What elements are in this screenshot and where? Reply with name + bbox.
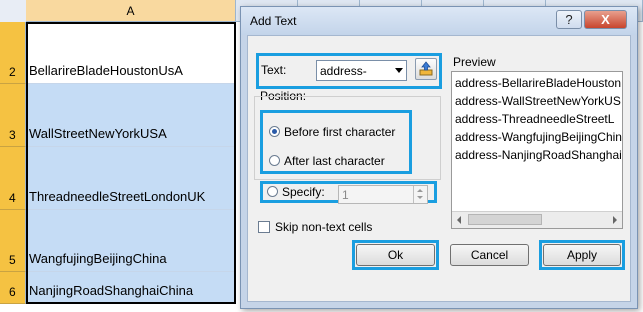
cell-text: BellarireBladeHoustonUsA [29,63,183,78]
text-combobox[interactable]: address- [316,60,407,81]
preview-line: address-WallStreetNewYorkUS [455,94,621,108]
cell-a4[interactable]: ThreadneedleStreetLondonUK [26,147,236,210]
cell-text: WangfujingBeijingChina [29,251,167,266]
after-last-radio[interactable] [269,155,280,166]
skip-non-text-checkbox[interactable] [258,221,270,233]
row-number: 6 [9,285,16,299]
insert-icon [419,61,433,76]
text-label: Text: [261,63,287,77]
cell-text: ThreadneedleStreetLondonUK [29,189,206,204]
row-number: 4 [9,191,16,205]
row-header-3[interactable]: 3 [0,84,26,147]
specify-radio[interactable] [267,186,278,197]
chevron-down-icon[interactable] [395,68,403,73]
before-first-radio[interactable] [269,126,280,137]
skip-non-text-label[interactable]: Skip non-text cells [275,220,372,234]
title-bar[interactable]: Add Text ? X [241,7,637,35]
cell-a2[interactable]: BellarireBladeHoustonUsA [26,22,236,84]
close-button[interactable]: X [584,10,627,29]
scroll-thumb[interactable] [468,214,542,225]
cell-a3[interactable]: WallStreetNewYorkUSA [26,84,236,147]
specify-value: 1 [342,188,349,202]
add-text-dialog: Add Text ? X Text: address- Position: Be… [240,6,638,309]
dialog-body: Text: address- Position: Before first ch… [247,35,631,302]
preview-scrollbar[interactable] [452,211,622,228]
preview-line: address-BellarireBladeHoustonU [455,76,623,90]
spin-up-icon[interactable] [417,189,423,192]
specify-spinbox[interactable]: 1 [338,185,428,204]
text-combobox-value: address- [320,64,367,78]
specify-label[interactable]: Specify: [282,185,325,199]
help-button[interactable]: ? [556,10,582,29]
after-last-label[interactable]: After last character [284,154,385,168]
row-number: 5 [9,253,16,267]
select-all-corner[interactable] [0,0,27,23]
cell-a6[interactable]: NanjingRoadShanghaiChina [26,272,236,304]
dialog-title: Add Text [250,14,297,28]
preview-label: Preview [453,55,496,69]
scroll-right-icon[interactable] [613,216,617,224]
row-number: 2 [9,65,16,79]
insert-text-button[interactable] [415,58,437,80]
spin-down-icon[interactable] [417,196,423,199]
row-header-2[interactable]: 2 [0,22,26,84]
preview-line: address-ThreadneedleStreetL [455,112,615,126]
row-header-4[interactable]: 4 [0,147,26,210]
preview-list[interactable]: address-BellarireBladeHoustonU address-W… [451,71,623,229]
spin-buttons[interactable] [413,186,427,203]
preview-line: address-NanjingRoadShanghai [455,148,622,162]
cell-text: NanjingRoadShanghaiChina [29,283,194,298]
cancel-button[interactable]: Cancel [450,244,529,266]
scroll-left-icon[interactable] [457,216,461,224]
apply-button[interactable]: Apply [543,244,621,266]
row-header-6[interactable]: 6 [0,272,26,304]
ok-button[interactable]: Ok [356,244,435,266]
column-header-a[interactable]: A [26,0,236,22]
cell-text: WallStreetNewYorkUSA [29,126,167,141]
row-number: 3 [9,128,16,142]
preview-line: address-WangfujingBeijingChin [455,130,622,144]
cell-a5[interactable]: WangfujingBeijingChina [26,210,236,272]
before-first-label[interactable]: Before first character [284,125,395,139]
row-header-5[interactable]: 5 [0,210,26,272]
